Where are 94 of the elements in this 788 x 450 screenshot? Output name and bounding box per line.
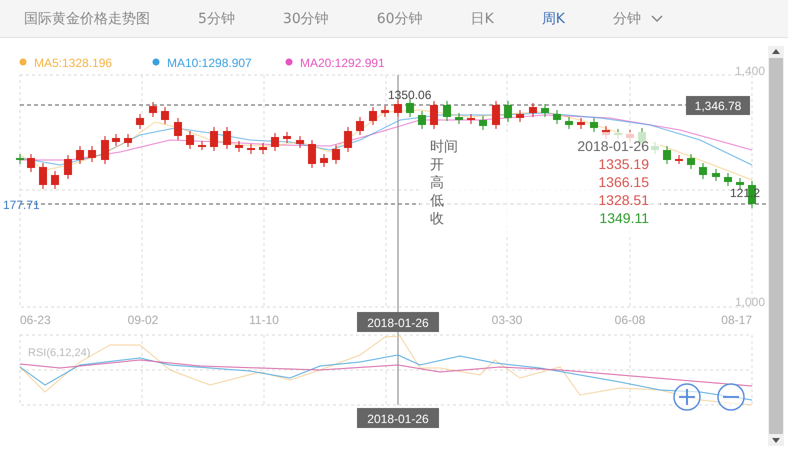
- candlestick: [101, 136, 109, 164]
- scrollbar-thumb[interactable]: [769, 58, 783, 434]
- candlestick: [455, 112, 463, 124]
- candlestick: [663, 146, 671, 164]
- candlestick: [149, 102, 157, 118]
- candlestick: [406, 98, 414, 118]
- candlestick: [247, 144, 255, 154]
- candlestick: [51, 170, 59, 190]
- candlestick: [283, 132, 291, 144]
- candlestick: [186, 130, 194, 150]
- candlestick: [443, 100, 451, 122]
- rsi-label: RSI(6,12,24): [28, 347, 90, 359]
- tooltip-value: 1366.15: [598, 174, 649, 190]
- candlestick: [504, 100, 512, 122]
- tooltip-label: 时间: [430, 138, 458, 154]
- candlestick: [430, 100, 438, 130]
- x-axis-label: 06-08: [614, 313, 646, 327]
- x-axis-label: 03-30: [492, 313, 522, 327]
- zoom-out-icon[interactable]: [717, 383, 745, 411]
- legend-item[interactable]: MA5:1328.196: [20, 56, 112, 70]
- x-axis-label: 06-23: [20, 313, 51, 327]
- period-tab[interactable]: 日K: [470, 10, 494, 28]
- candlestick: [577, 118, 585, 130]
- candlestick: [418, 110, 426, 130]
- candlestick: [529, 102, 537, 118]
- candlestick: [124, 134, 132, 148]
- candlestick: [161, 106, 169, 124]
- scroll-up-icon[interactable]: [772, 49, 780, 54]
- period-tab[interactable]: 30分钟: [282, 10, 329, 28]
- candlestick: [541, 104, 549, 118]
- x-axis-label: 08-17: [721, 313, 752, 327]
- candlestick: [369, 106, 377, 126]
- x-axis-label: 09-02: [128, 313, 158, 327]
- candlestick: [16, 154, 24, 164]
- scrollbar[interactable]: [768, 46, 784, 446]
- candlestick: [174, 118, 182, 140]
- price-tag: 1,346.78: [686, 96, 750, 115]
- candlestick: [675, 154, 683, 164]
- candlestick: [320, 154, 328, 168]
- candlestick: [223, 126, 231, 150]
- period-tab[interactable]: 60分钟: [376, 10, 423, 28]
- candlestick: [492, 100, 500, 130]
- tooltip-value: 1349.11: [599, 210, 649, 226]
- candlestick: [467, 114, 475, 124]
- y-axis-label: 1,400: [735, 64, 766, 78]
- candlestick: [699, 162, 707, 180]
- candlestick: [712, 168, 720, 182]
- tooltip-label: 低: [430, 192, 444, 208]
- candlestick: [394, 100, 402, 118]
- candlestick: [27, 154, 35, 172]
- candlestick: [296, 136, 304, 148]
- tooltip-label: 高: [430, 174, 444, 190]
- candlestick: [356, 116, 364, 136]
- chart-title: 国际黄金价格走势图: [24, 10, 150, 28]
- candlestick: [235, 140, 243, 152]
- crosshair-value-label: 177.71: [3, 198, 40, 212]
- candlestick: [39, 162, 47, 190]
- candlestick: [381, 106, 389, 118]
- candlestick: [210, 126, 218, 152]
- candlestick: [112, 134, 120, 146]
- tooltip-value: 1335.19: [598, 156, 649, 172]
- tooltip-label: 开: [430, 156, 444, 172]
- candlestick: [76, 146, 84, 164]
- candlestick: [565, 116, 573, 130]
- legend-label: MA5:1328.196: [34, 56, 112, 70]
- candlestick: [590, 118, 598, 132]
- date-tag: 2018-01-26: [357, 408, 439, 428]
- period-tab[interactable]: 周K: [542, 10, 565, 28]
- chevron-down-icon: [650, 14, 663, 22]
- zoom-in-icon[interactable]: [673, 383, 701, 411]
- candlestick: [553, 110, 561, 124]
- period-dropdown[interactable]: 分钟: [612, 10, 663, 28]
- candlestick: [308, 140, 316, 168]
- y-axis-label: 1,000: [735, 295, 766, 309]
- tooltip-value: 1328.51: [598, 192, 649, 208]
- candlestick: [736, 178, 744, 190]
- candlestick: [64, 154, 72, 180]
- period-tab[interactable]: 5分钟: [198, 10, 235, 28]
- candlestick: [136, 114, 144, 130]
- candlestick: [271, 132, 279, 152]
- candlestick: [724, 172, 732, 186]
- candlestick: [687, 154, 695, 170]
- candlestick: [198, 140, 206, 150]
- candlestick: [88, 146, 96, 162]
- candlestick: [332, 144, 340, 164]
- tooltip-label: 收: [430, 210, 444, 226]
- tooltip-value: 2018-01-26: [577, 138, 649, 154]
- candlestick: [479, 116, 487, 130]
- candlestick: [259, 142, 267, 154]
- candlestick: [344, 126, 352, 152]
- x-axis-label: 11-10: [249, 313, 279, 327]
- date-tag: 2018-01-26: [357, 312, 439, 332]
- candlestick: [516, 110, 524, 122]
- scroll-down-icon[interactable]: [772, 438, 780, 443]
